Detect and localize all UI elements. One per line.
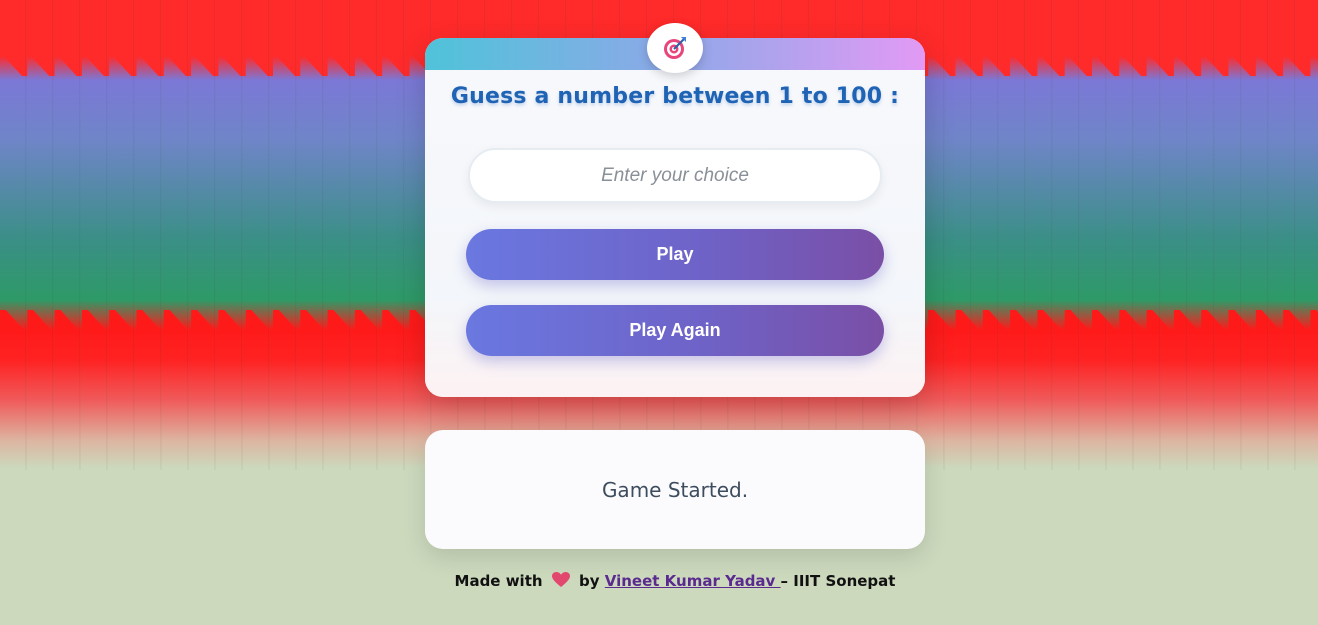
status-panel: Game Started. — [425, 430, 925, 549]
footer-suffix: – IIIT Sonepat — [780, 572, 896, 590]
game-title: Guess a number between 1 to 100 : — [450, 84, 900, 109]
target-badge — [647, 23, 703, 73]
author-link[interactable]: Vineet Kumar Yadav — [605, 572, 781, 590]
footer-by: by — [579, 572, 600, 590]
footer-made-with: Made with — [454, 572, 543, 590]
play-button[interactable]: Play — [466, 229, 884, 280]
heart-icon — [551, 572, 570, 587]
play-again-button[interactable]: Play Again — [466, 305, 884, 356]
target-icon — [664, 37, 686, 59]
status-message: Game Started. — [601, 477, 749, 502]
footer: Made with by Vineet Kumar Yadav – IIIT S… — [425, 572, 925, 590]
guess-input[interactable] — [468, 148, 882, 203]
